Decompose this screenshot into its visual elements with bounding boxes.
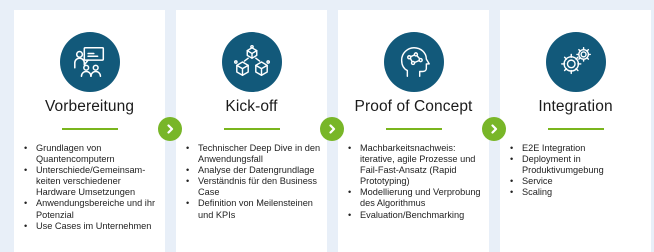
step-card-vorbereitung: Vorbereitung Grundlagen von Quantencompu… [14,10,165,252]
list-item: Verständnis für den Business Case [184,176,323,198]
step-card-kickoff: Kick-off Technischer Deep Dive in den An… [176,10,327,252]
card-bullet-list: Machbarkeitsnachweis: iterative, agile P… [346,143,485,221]
list-item: Use Cases im Unternehmen [22,221,161,232]
list-item: Grundlagen von Quantencomputern [22,143,161,165]
list-item: E2E Integration [508,143,647,154]
list-item: Modellierung und Verprobung des Algorith… [346,187,485,209]
card-bullet-list: Grundlagen von Quantencomputern Untersch… [22,143,161,232]
step-card-proof-of-concept: Proof of Concept Machbarkeitsnachweis: i… [338,10,489,252]
chevron-right-icon [158,117,182,141]
chevron-right-icon [482,117,506,141]
card-title: Vorbereitung [44,98,135,115]
list-item: Definition von Meilensteinen und KPIs [184,198,323,220]
chevron-right-icon [320,117,344,141]
list-item: Machbarkeitsnachweis: iterative, agile P… [346,143,485,187]
gears-icon [545,32,606,92]
card-title: Kick-off [225,98,278,115]
card-bullet-list: E2E Integration Deployment in Produktivu… [508,143,647,199]
title-underline [61,128,118,130]
title-underline [547,128,604,130]
list-item: Anwendungsbereiche und ihr Potenzial [22,198,161,220]
step-card-integration: Integration E2E Integration Deployment i… [500,10,651,252]
head-network-icon [383,32,444,92]
list-item: Analyse der Datengrundlage [184,165,323,176]
list-item: Unterschiede/Gemeinsam-keiten verschiede… [22,165,161,198]
list-item: Deployment in Produktivumgebung [508,154,647,176]
card-title: Integration [538,98,613,115]
card-bullet-list: Technischer Deep Dive in den Anwendungsf… [184,143,323,221]
list-item: Scaling [508,187,647,198]
presenter-board-icon [59,32,120,92]
list-item: Evaluation/Benchmarking [346,210,485,221]
cubes-network-icon [221,32,282,92]
card-title: Proof of Concept [354,98,473,115]
list-item: Technischer Deep Dive in den Anwendungsf… [184,143,323,165]
title-underline [223,128,280,130]
title-underline [385,128,442,130]
list-item: Service [508,176,647,187]
